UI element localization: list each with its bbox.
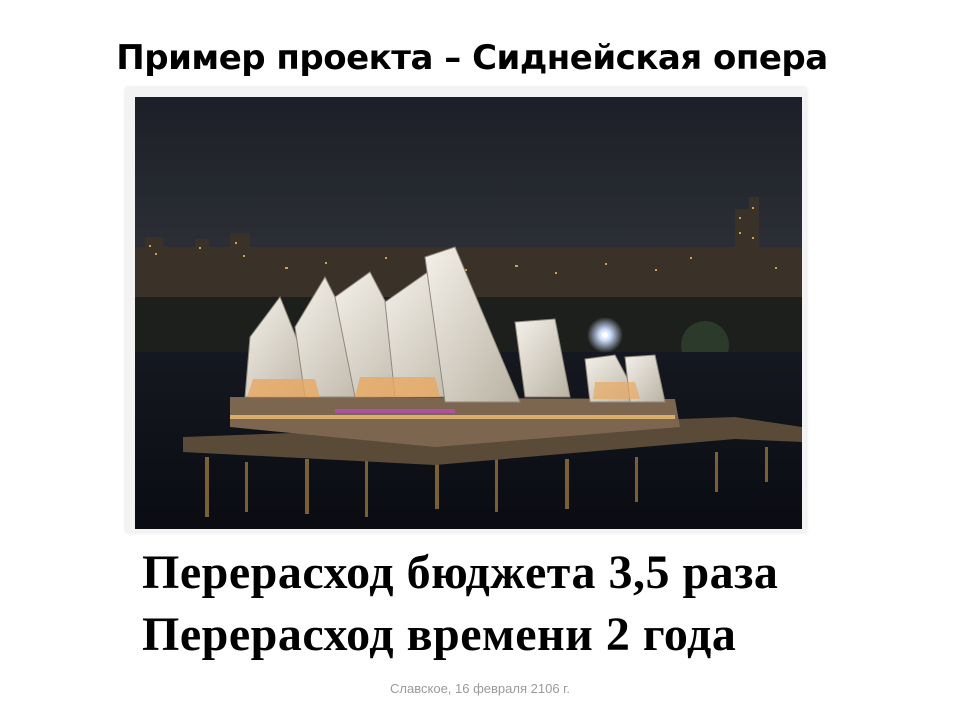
opera-house-photo: [135, 97, 802, 529]
time-overrun-text: Перерасход времени 2 года: [142, 608, 737, 661]
photo-frame: [126, 88, 806, 532]
slide-title: Пример проекта – Сиднейская опера: [116, 38, 828, 78]
budget-overrun-text: Перерасход бюджета 3,5 раза: [142, 546, 779, 599]
slide-footer: Славское, 16 февраля 2106 г.: [390, 681, 570, 696]
